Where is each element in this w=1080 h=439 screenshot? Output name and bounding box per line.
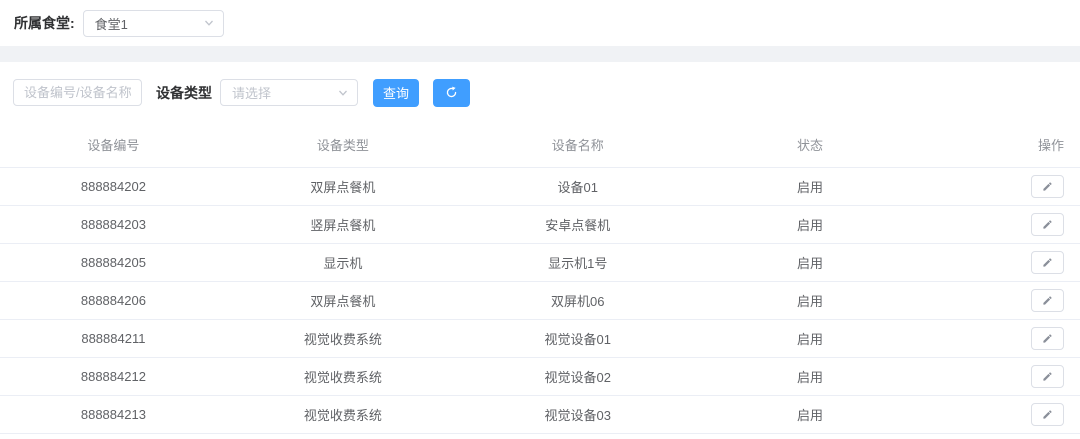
table-row: 888884203 竖屏点餐机 安卓点餐机 启用 — [0, 206, 1080, 244]
actions-cell — [923, 289, 1080, 312]
column-header-device-type: 设备类型 — [227, 135, 459, 154]
table-row: 888884206 双屏点餐机 双屏机06 启用 — [0, 282, 1080, 320]
device-type-cell: 竖屏点餐机 — [227, 215, 459, 234]
actions-cell — [923, 365, 1080, 388]
table-row: 888884212 视觉收费系统 视觉设备02 启用 — [0, 358, 1080, 396]
canteen-filter-bar: 所属食堂: 食堂1 — [0, 0, 1080, 46]
device-type-cell: 视觉收费系统 — [227, 329, 459, 348]
refresh-icon — [445, 86, 458, 99]
edit-pencil-icon — [1042, 333, 1053, 344]
actions-cell — [923, 251, 1080, 274]
status-cell: 启用 — [697, 405, 924, 424]
edit-pencil-icon — [1042, 409, 1053, 420]
query-button[interactable]: 查询 — [373, 79, 419, 107]
refresh-button[interactable] — [433, 79, 470, 107]
column-header-device-name: 设备名称 — [459, 135, 697, 154]
device-type-cell: 视觉收费系统 — [227, 405, 459, 424]
device-search-input[interactable] — [13, 79, 142, 106]
chevron-down-icon — [338, 88, 348, 98]
device-id-cell: 888884213 — [0, 407, 227, 422]
section-divider — [0, 46, 1080, 62]
actions-cell — [923, 213, 1080, 236]
chevron-down-icon — [204, 18, 214, 28]
edit-pencil-icon — [1042, 371, 1053, 382]
status-cell: 启用 — [697, 177, 924, 196]
status-cell: 启用 — [697, 291, 924, 310]
device-type-cell: 双屏点餐机 — [227, 177, 459, 196]
edit-pencil-icon — [1042, 219, 1053, 230]
column-header-actions: 操作 — [923, 135, 1080, 154]
table-row: 888884202 双屏点餐机 设备01 启用 — [0, 168, 1080, 206]
device-name-cell: 双屏机06 — [459, 291, 697, 310]
device-name-cell: 视觉设备03 — [459, 405, 697, 424]
device-id-cell: 888884205 — [0, 255, 227, 270]
actions-cell — [923, 327, 1080, 350]
status-cell: 启用 — [697, 215, 924, 234]
actions-cell — [923, 175, 1080, 198]
device-type-select-placeholder: 请选择 — [232, 83, 271, 102]
table-header-row: 设备编号 设备类型 设备名称 状态 操作 — [0, 122, 1080, 168]
status-cell: 启用 — [697, 367, 924, 386]
device-type-cell: 视觉收费系统 — [227, 367, 459, 386]
edit-pencil-icon — [1042, 295, 1053, 306]
column-header-device-id: 设备编号 — [0, 135, 227, 154]
edit-pencil-icon — [1042, 181, 1053, 192]
device-type-cell: 显示机 — [227, 253, 459, 272]
edit-button[interactable] — [1031, 327, 1064, 350]
table-row: 888884205 显示机 显示机1号 启用 — [0, 244, 1080, 282]
device-id-cell: 888884202 — [0, 179, 227, 194]
edit-button[interactable] — [1031, 365, 1064, 388]
edit-pencil-icon — [1042, 257, 1053, 268]
device-id-cell: 888884212 — [0, 369, 227, 384]
edit-button[interactable] — [1031, 213, 1064, 236]
edit-button[interactable] — [1031, 289, 1064, 312]
table-row: 888884211 视觉收费系统 视觉设备01 启用 — [0, 320, 1080, 358]
canteen-select-value: 食堂1 — [95, 14, 128, 33]
device-type-cell: 双屏点餐机 — [227, 291, 459, 310]
table-body: 888884202 双屏点餐机 设备01 启用 888884203 竖屏点餐机 … — [0, 168, 1080, 434]
device-name-cell: 设备01 — [459, 177, 697, 196]
device-type-label: 设备类型 — [156, 83, 212, 103]
canteen-filter-label: 所属食堂: — [14, 13, 75, 33]
device-id-cell: 888884203 — [0, 217, 227, 232]
device-name-cell: 安卓点餐机 — [459, 215, 697, 234]
status-cell: 启用 — [697, 253, 924, 272]
edit-button[interactable] — [1031, 175, 1064, 198]
device-table: 设备编号 设备类型 设备名称 状态 操作 888884202 双屏点餐机 设备0… — [0, 122, 1080, 434]
device-name-cell: 视觉设备01 — [459, 329, 697, 348]
device-name-cell: 显示机1号 — [459, 253, 697, 272]
edit-button[interactable] — [1031, 251, 1064, 274]
device-id-cell: 888884206 — [0, 293, 227, 308]
edit-button[interactable] — [1031, 403, 1064, 426]
column-header-status: 状态 — [697, 135, 924, 154]
table-row: 888884213 视觉收费系统 视觉设备03 启用 — [0, 396, 1080, 434]
device-id-cell: 888884211 — [0, 331, 227, 346]
device-type-select[interactable]: 请选择 — [220, 79, 358, 106]
canteen-select[interactable]: 食堂1 — [83, 10, 224, 37]
search-toolbar: 设备类型 请选择 查询 — [0, 62, 1080, 108]
status-cell: 启用 — [697, 329, 924, 348]
actions-cell — [923, 403, 1080, 426]
device-name-cell: 视觉设备02 — [459, 367, 697, 386]
